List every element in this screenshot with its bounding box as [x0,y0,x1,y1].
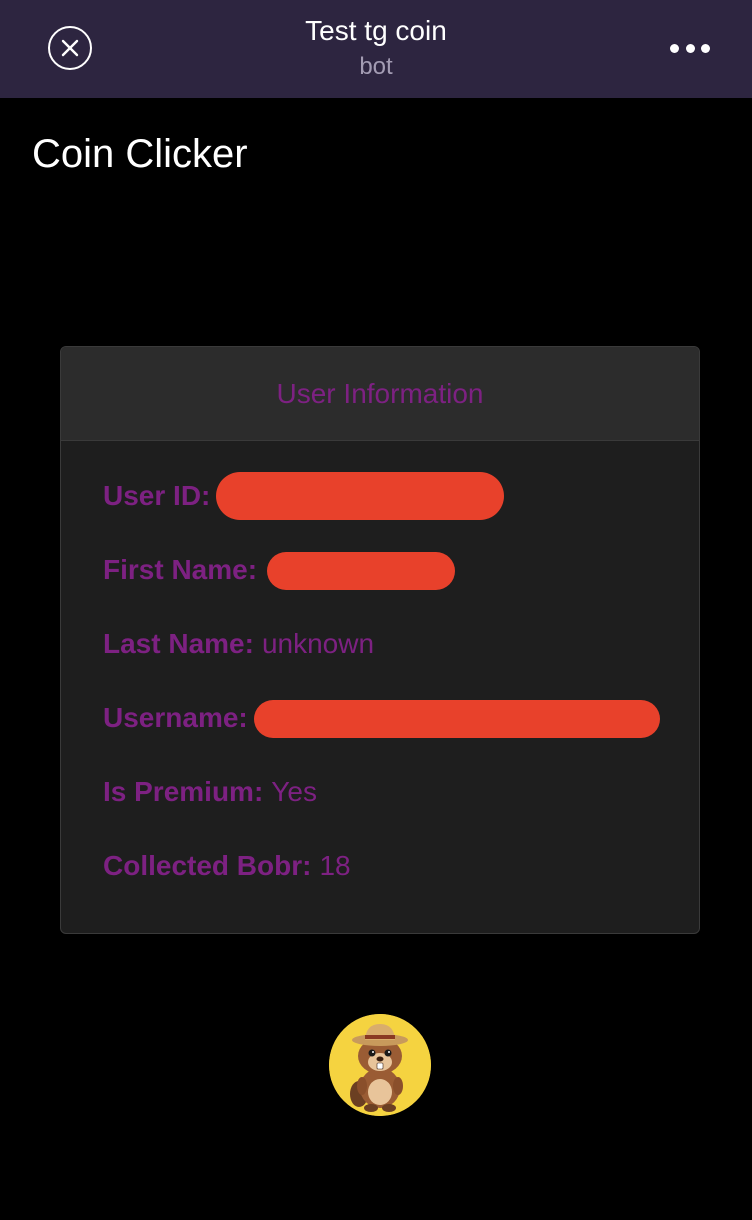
more-options-button[interactable] [670,42,710,54]
field-label: Last Name: [103,628,254,659]
field-row-collected-bobr: Collected Bobr: 18 [103,849,699,923]
field-row-first-name: First Name: [103,552,699,627]
beaver-coin-icon [329,1014,431,1116]
field-row-is-premium: Is Premium: Yes [103,775,699,849]
more-dots-icon [685,43,695,53]
coin-button[interactable] [329,1014,431,1116]
card-title: User Information [61,347,699,441]
title-block: Test tg coin bot [0,14,752,86]
field-label: Collected Bobr: [103,850,312,881]
app-subtitle: bot [359,53,393,80]
redacted-value [253,700,660,738]
field-label: Username: [103,702,248,733]
more-dots-icon [701,43,710,53]
app-window: Test tg coin bot Coin Clicker User Infor… [0,0,752,1220]
field-value: Yes [271,776,317,807]
field-label: User ID: [103,480,211,511]
more-dots-icon [670,43,679,53]
field-value: 18 [319,850,351,881]
redacted-value [267,552,456,590]
top-bar: Test tg coin bot [0,0,752,98]
user-info-card: User Information User ID: First Name: La… [60,346,700,934]
page-title: Coin Clicker [32,132,248,176]
app-title: Test tg coin [305,15,447,46]
field-label: First Name: [103,554,258,585]
card-body: User ID: First Name: Last Name: unknown … [61,441,699,923]
field-row-user-id: User ID: [103,472,699,553]
redacted-value [216,472,505,520]
field-row-last-name: Last Name: unknown [103,627,699,701]
field-row-username: Username: [103,700,699,775]
field-label: Is Premium: [103,776,264,807]
field-value: unknown [261,628,375,659]
